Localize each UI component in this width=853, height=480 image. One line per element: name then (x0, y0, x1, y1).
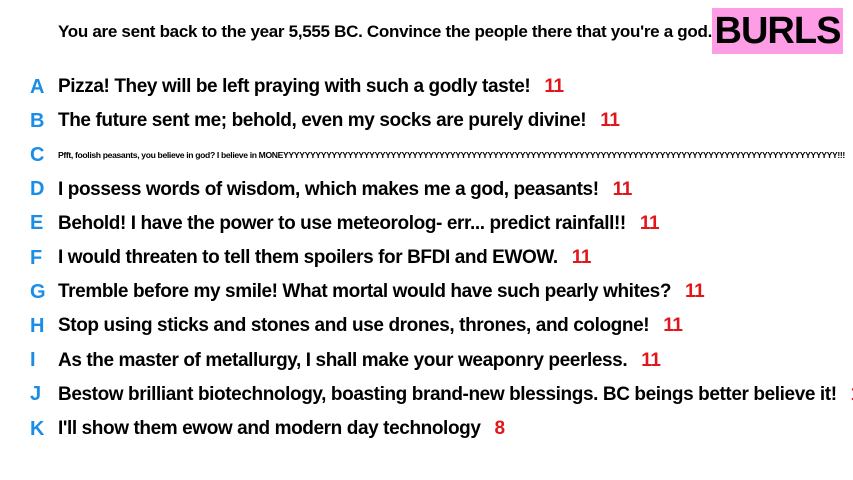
response-sentence: Stop using sticks and stones and use dro… (58, 315, 650, 337)
response-sentence: Bestow brilliant biotechnology, boasting… (58, 383, 837, 405)
response-letter: I (30, 349, 36, 372)
response-text: The future sent me; behold, even my sock… (58, 110, 620, 132)
response-letter: C (30, 143, 45, 166)
word-count: 11 (612, 178, 633, 200)
response-body: I'll show them ewow and modern day techn… (58, 418, 505, 440)
response-body: Behold! I have the power to use meteorol… (58, 212, 660, 235)
response-letter: B (30, 109, 45, 132)
response-text: Stop using sticks and stones and use dro… (58, 315, 683, 337)
response-sentence: Tremble before my smile! What mortal wou… (58, 281, 672, 303)
response-body: As the master of metallurgy, I shall mak… (58, 350, 661, 372)
prompt-text: You are sent back to the year 5,555 BC. … (58, 22, 712, 41)
response-letter: D (30, 178, 45, 201)
word-count: 11 (663, 315, 683, 337)
response-letter: F (30, 246, 43, 269)
response-text: Behold! I have the power to use meteorol… (58, 212, 660, 235)
word-count: 11 (641, 349, 661, 371)
word-count: 8 (494, 418, 506, 439)
response-body: Pizza! They will be left praying with su… (58, 76, 564, 98)
response-body: I would threaten to tell them spoilers f… (58, 247, 591, 269)
response-letter: G (30, 280, 46, 303)
response-sentence: Pizza! They will be left praying with su… (58, 76, 531, 97)
response-body: The future sent me; behold, even my sock… (58, 110, 620, 132)
response-sentence: I'll show them ewow and modern day techn… (58, 418, 481, 439)
response-text: I possess words of wisdom, which makes m… (58, 179, 632, 201)
response-body: Bestow brilliant biotechnology, boasting… (58, 384, 853, 406)
word-count: 11 (639, 212, 660, 234)
response-sentence: I would threaten to tell them spoilers f… (58, 247, 558, 268)
username-badge: BURLS (712, 8, 843, 54)
response-text: I'll show them ewow and modern day techn… (58, 418, 505, 440)
response-sentence: I possess words of wisdom, which makes m… (58, 178, 599, 200)
response-letter: H (30, 314, 45, 337)
word-count: 11 (571, 247, 592, 268)
response-letter: K (30, 417, 45, 440)
response-sentence: Behold! I have the power to use meteorol… (58, 212, 626, 234)
response-text: Pfft, foolish peasants, you believe in g… (58, 144, 853, 166)
response-letter: J (30, 383, 42, 406)
word-count: 11 (544, 76, 564, 97)
word-count: 11 (685, 281, 705, 303)
response-sentence: As the master of metallurgy, I shall mak… (58, 349, 628, 371)
response-text: As the master of metallurgy, I shall mak… (58, 350, 661, 372)
response-text: I would threaten to tell them spoilers f… (58, 247, 591, 269)
response-text: Pizza! They will be left praying with su… (58, 76, 564, 98)
response-body: Stop using sticks and stones and use dro… (58, 315, 683, 337)
response-text: Bestow brilliant biotechnology, boasting… (58, 384, 853, 406)
response-letter: A (30, 75, 45, 98)
response-body: I possess words of wisdom, which makes m… (58, 179, 632, 201)
response-body: Tremble before my smile! What mortal wou… (58, 281, 705, 303)
response-letter: E (30, 212, 44, 235)
response-text: Tremble before my smile! What mortal wou… (58, 281, 705, 303)
response-body: Pfft, foolish peasants, you believe in g… (58, 144, 853, 166)
word-count: 11 (600, 110, 620, 132)
response-sentence: The future sent me; behold, even my sock… (58, 110, 587, 132)
response-sentence: Pfft, foolish peasants, you believe in g… (58, 150, 845, 161)
